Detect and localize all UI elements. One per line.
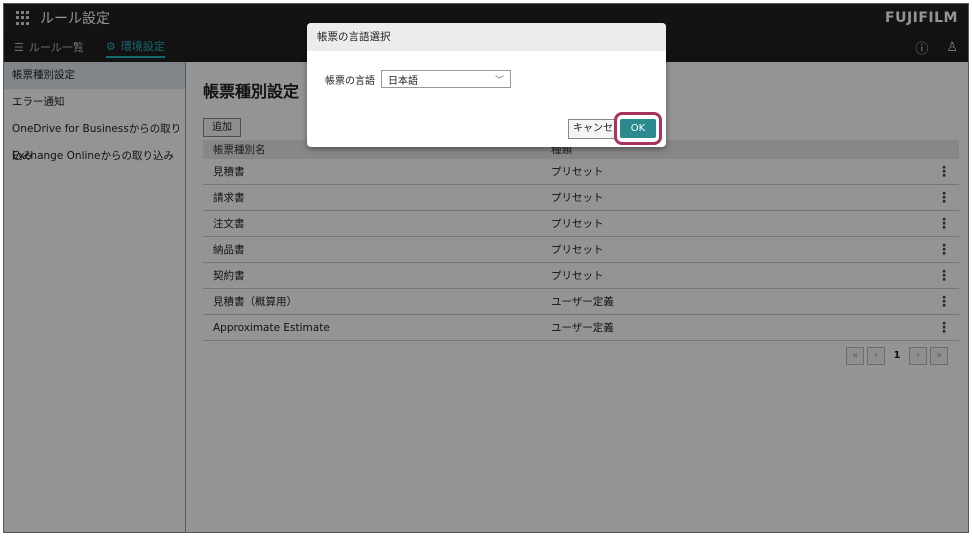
app-window: ルール設定 FUJIFILM ☰ ルール一覧 ⚙ 環境設定 ⓘ ♙ 帳票種別設定…: [3, 3, 969, 533]
chevron-down-icon: ﹀: [494, 75, 504, 86]
language-select[interactable]: 日本語 ﹀: [381, 70, 511, 88]
dialog-title: 帳票の言語選択: [307, 23, 666, 51]
language-field-label: 帳票の言語: [325, 75, 375, 87]
ok-highlight: OK: [614, 112, 662, 145]
ok-button[interactable]: OK: [620, 119, 656, 138]
language-selected-value: 日本語: [388, 75, 418, 87]
language-select-dialog: 帳票の言語選択 帳票の言語 日本語 ﹀ キャンセル OK: [307, 23, 666, 147]
